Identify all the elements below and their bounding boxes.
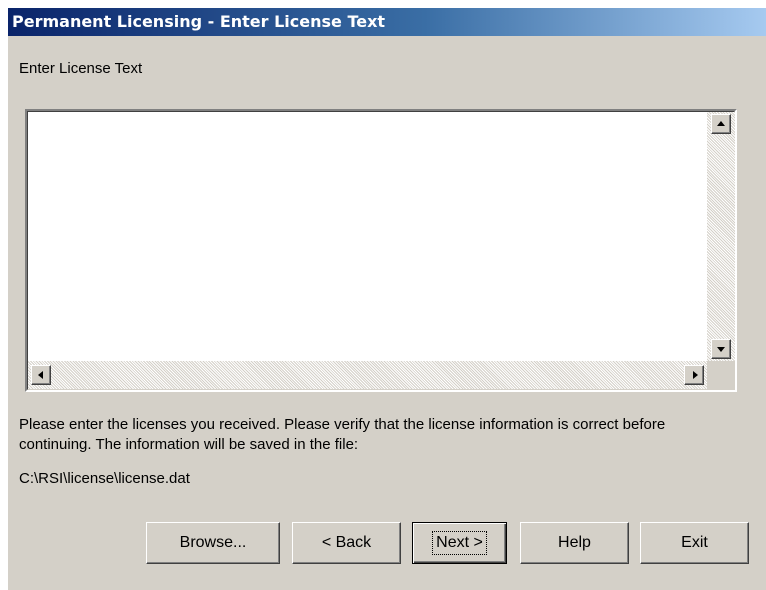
section-heading: Enter License Text [19, 60, 143, 77]
license-text-input[interactable] [28, 112, 707, 361]
browse-button[interactable]: Browse... [146, 522, 280, 564]
horizontal-scrollbar[interactable] [28, 361, 707, 389]
next-button-label: Next > [432, 531, 487, 555]
scroll-up-icon [717, 121, 725, 126]
scroll-left-icon [38, 371, 43, 379]
vertical-scrollbar[interactable] [707, 112, 735, 361]
scroll-up-button[interactable] [711, 114, 731, 134]
scroll-right-icon [693, 371, 698, 379]
license-text-box [25, 109, 737, 392]
scroll-down-icon [717, 347, 725, 352]
info-text: Please enter the licenses you received. … [19, 416, 666, 453]
scrollbar-corner [707, 361, 735, 389]
help-button[interactable]: Help [520, 522, 629, 564]
scroll-left-button[interactable] [31, 365, 51, 385]
next-button[interactable]: Next > [412, 522, 507, 564]
license-file-path: C:\RSI\license\license.dat [19, 470, 190, 487]
scroll-right-button[interactable] [684, 365, 704, 385]
exit-button[interactable]: Exit [640, 522, 749, 564]
license-dialog: Permanent Licensing - Enter License Text… [8, 8, 766, 590]
title-bar[interactable]: Permanent Licensing - Enter License Text [8, 8, 766, 36]
scroll-down-button[interactable] [711, 339, 731, 359]
back-button[interactable]: < Back [292, 522, 401, 564]
license-text-box-inner [27, 111, 735, 390]
